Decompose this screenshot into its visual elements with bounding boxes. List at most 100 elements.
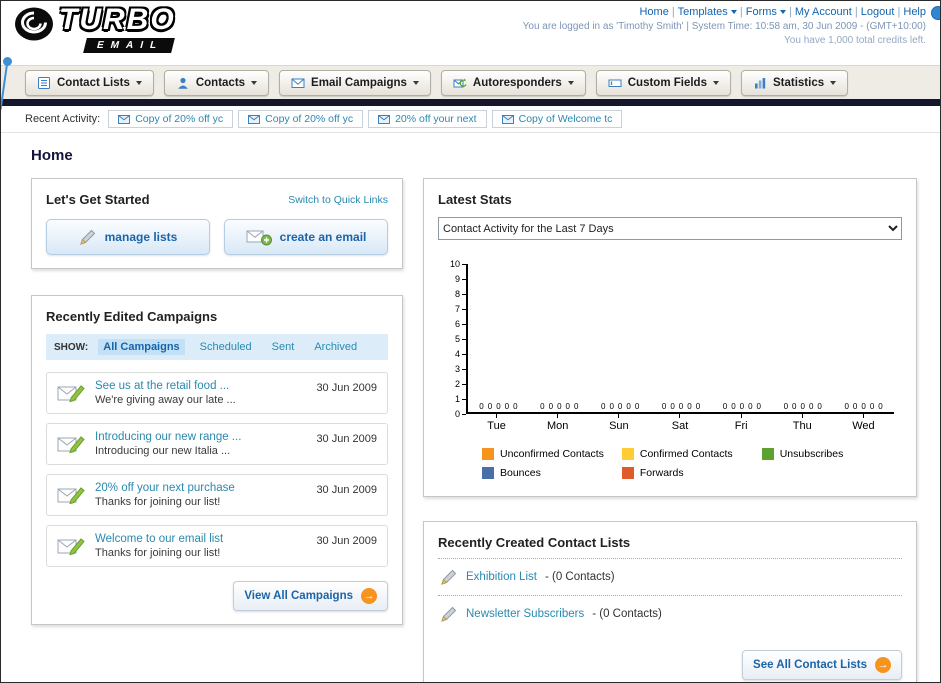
- right-column: Latest Stats Contact Activity for the La…: [423, 178, 917, 682]
- pencil-icon: [441, 569, 457, 585]
- campaign-subtitle: Introducing our new Italia ...: [95, 445, 231, 457]
- view-all-campaigns-button[interactable]: View All Campaigns →: [233, 581, 388, 611]
- statistics-icon: [754, 77, 766, 88]
- contact-list-link[interactable]: Newsletter Subscribers: [466, 608, 584, 620]
- nav-forms[interactable]: Forms: [740, 6, 786, 18]
- nav-home[interactable]: Home: [639, 6, 668, 18]
- switch-quick-links-link[interactable]: Switch to Quick Links: [288, 194, 388, 206]
- envelope-icon: [378, 114, 391, 124]
- filter-scheduled[interactable]: Scheduled: [195, 339, 257, 355]
- campaign-title-link[interactable]: 20% off your next purchase: [95, 482, 306, 494]
- recent-activity-label: Recent Activity:: [25, 113, 101, 125]
- campaigns-panel-title: Recently Edited Campaigns: [46, 309, 218, 324]
- campaign-date: 30 Jun 2009: [316, 382, 377, 394]
- left-column: Let's Get Started Switch to Quick Links …: [31, 178, 403, 625]
- nav-divider-bar: [1, 99, 940, 106]
- contacts-icon: [178, 77, 188, 89]
- tab-email-campaigns[interactable]: Email Campaigns: [279, 69, 431, 96]
- recent-activity-bar: Recent Activity: Copy of 20% off yc Copy…: [1, 106, 940, 133]
- recent-activity-item[interactable]: Copy of 20% off yc: [238, 110, 364, 128]
- latest-stats-panel: Latest Stats Contact Activity for the La…: [423, 178, 917, 497]
- tab-statistics[interactable]: Statistics: [740, 69, 849, 96]
- manage-lists-button[interactable]: manage lists: [46, 219, 210, 255]
- tab-custom-fields[interactable]: Custom Fields: [595, 69, 731, 96]
- contact-list-row: Newsletter Subscribers - (0 Contacts): [438, 595, 902, 632]
- legend-item: Unsubscribes: [761, 448, 902, 460]
- campaign-row: See us at the retail food ... We're givi…: [46, 372, 388, 414]
- pencil-icon: [441, 606, 457, 622]
- contact-lists-panel-title: Recently Created Contact Lists: [438, 535, 631, 550]
- logo-title: TURBO: [59, 3, 176, 36]
- envelope-icon: [118, 114, 131, 124]
- chevron-down-icon: [412, 80, 419, 85]
- arrow-right-icon: →: [875, 657, 891, 673]
- envelope-plus-icon: [246, 230, 272, 246]
- chart-y-axis: 10 9 8 7 6 5 4 3 2 1 0: [444, 259, 466, 419]
- campaign-date: 30 Jun 2009: [316, 433, 377, 445]
- logo-subtitle: EMAIL: [83, 38, 175, 53]
- help-ball-icon[interactable]: [931, 6, 940, 20]
- get-started-title: Let's Get Started: [46, 192, 150, 207]
- filter-sent[interactable]: Sent: [267, 339, 300, 355]
- chevron-down-icon: [830, 80, 837, 85]
- campaign-subtitle: Thanks for joining our list!: [95, 496, 221, 508]
- see-all-contact-lists-button[interactable]: See All Contact Lists →: [742, 650, 902, 680]
- recent-activity-item[interactable]: Copy of 20% off yc: [108, 110, 234, 128]
- arrow-right-icon: →: [361, 588, 377, 604]
- campaign-title-link[interactable]: Welcome to our email list: [95, 533, 306, 545]
- get-started-panel: Let's Get Started Switch to Quick Links …: [31, 178, 403, 269]
- chevron-down-icon: [712, 80, 719, 85]
- autoresponders-icon: [453, 78, 467, 87]
- stats-period-select[interactable]: Contact Activity for the Last 7 Days: [438, 217, 902, 240]
- recently-edited-campaigns-panel: Recently Edited Campaigns SHOW: All Camp…: [31, 295, 403, 625]
- tab-contacts[interactable]: Contacts: [163, 69, 270, 96]
- chart-legend: Unconfirmed Contacts Confirmed Contacts Un…: [482, 448, 902, 479]
- chevron-down-icon: [730, 10, 737, 15]
- recent-activity-item[interactable]: Copy of Welcome tc: [491, 110, 623, 128]
- chevron-down-icon: [779, 10, 786, 15]
- show-label: SHOW:: [54, 341, 89, 353]
- legend-item: Confirmed Contacts: [621, 448, 762, 460]
- header-right: Home Templates Forms My Account Logout H…: [523, 6, 926, 46]
- app-logo[interactable]: TURBO EMAIL: [13, 5, 176, 53]
- filter-archived[interactable]: Archived: [309, 339, 362, 355]
- chevron-down-icon: [567, 80, 574, 85]
- stats-panel-title: Latest Stats: [438, 192, 512, 207]
- campaigns-filter-bar: SHOW: All Campaigns Scheduled Sent Archi…: [46, 334, 388, 360]
- nav-my-account[interactable]: My Account: [789, 6, 852, 18]
- filter-all-campaigns[interactable]: All Campaigns: [98, 339, 185, 355]
- envelope-edit-icon: [57, 436, 85, 454]
- chart-x-axis: Tue Mon Sun Sat Fri Thu Wed: [466, 414, 894, 432]
- page-title: Home: [31, 147, 73, 164]
- login-status-text: You are logged in as 'Timothy Smith' | S…: [522, 21, 926, 32]
- header: TURBO EMAIL Home Templates Forms My Acco…: [1, 1, 940, 65]
- campaign-title-link[interactable]: See us at the retail food ...: [95, 380, 306, 392]
- contact-list-count: - (0 Contacts): [592, 608, 662, 620]
- tab-autoresponders[interactable]: Autoresponders: [440, 69, 586, 96]
- nav-templates[interactable]: Templates: [672, 6, 737, 18]
- campaign-subtitle: We're giving away our late ...: [95, 394, 236, 406]
- envelope-icon: [248, 114, 261, 124]
- campaign-date: 30 Jun 2009: [316, 535, 377, 547]
- campaign-title-link[interactable]: Introducing our new range ...: [95, 431, 306, 443]
- pencil-icon: [79, 229, 95, 245]
- nav-logout[interactable]: Logout: [855, 6, 895, 18]
- main-nav-tabs: Contact Lists Contacts Email Campaigns A…: [1, 65, 940, 99]
- campaign-row: Introducing our new range ... Introducin…: [46, 423, 388, 465]
- main-content: Home Let's Get Started Switch to Quick L…: [1, 133, 940, 682]
- contact-list-count: - (0 Contacts): [544, 571, 615, 583]
- campaign-row: Welcome to our email list Thanks for joi…: [46, 525, 388, 567]
- chevron-down-icon: [135, 80, 142, 85]
- email-campaigns-icon: [291, 78, 305, 88]
- chart-plot-area: 00000000000000000000000000000000000: [466, 264, 894, 414]
- campaign-date: 30 Jun 2009: [316, 484, 377, 496]
- chart-zero-row: 00000000000000000000000000000000000: [479, 402, 883, 411]
- app-window: TURBO EMAIL Home Templates Forms My Acco…: [0, 0, 941, 683]
- credits-text: You have 1,000 total credits left.: [784, 35, 926, 46]
- legend-item: Bounces: [482, 467, 622, 479]
- tab-contact-lists[interactable]: Contact Lists: [25, 69, 154, 96]
- contact-list-link[interactable]: Exhibition List: [466, 571, 537, 583]
- nav-help[interactable]: Help: [897, 6, 926, 18]
- create-email-button[interactable]: create an email: [224, 219, 388, 255]
- recent-activity-item[interactable]: 20% off your next: [368, 110, 487, 128]
